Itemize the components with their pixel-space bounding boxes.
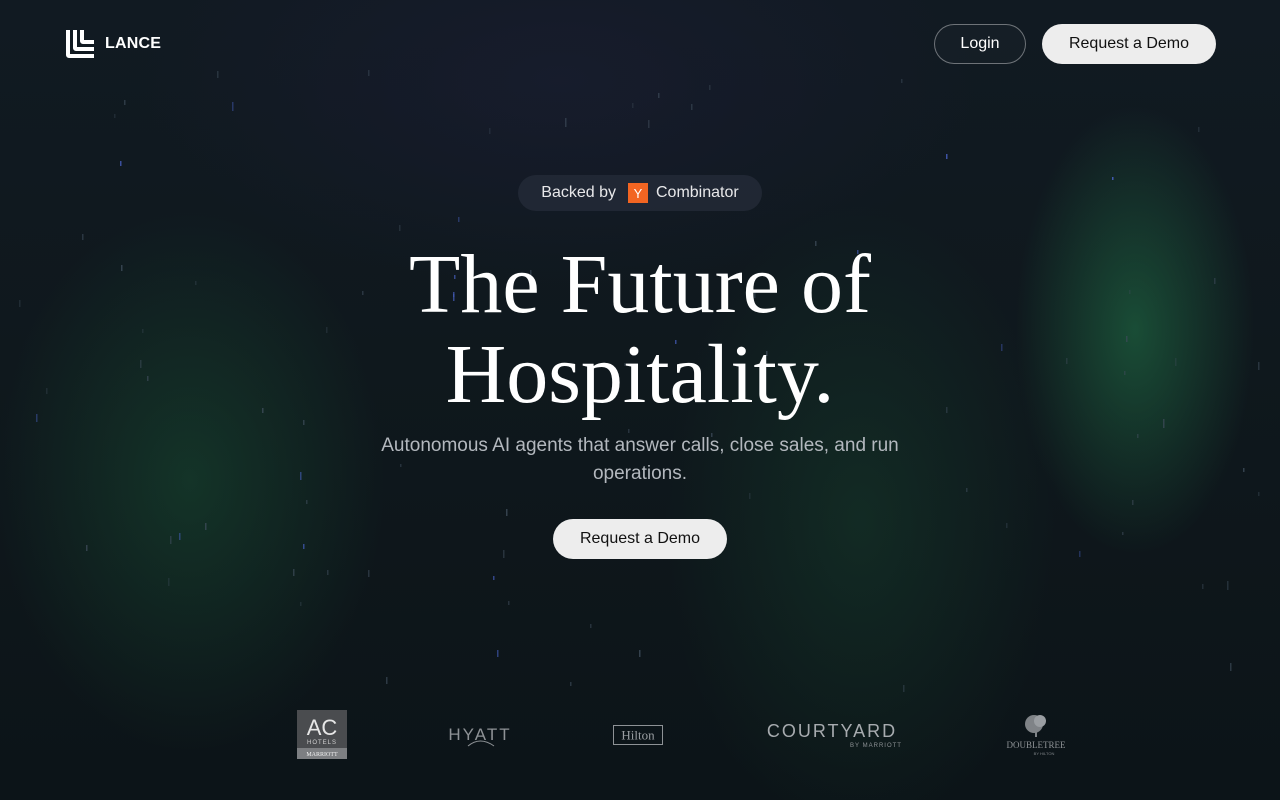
header-request-demo-button[interactable]: Request a Demo	[1042, 24, 1216, 64]
hilton-logo-text: Hilton	[621, 728, 655, 743]
backed-by-badge[interactable]: Backed by Y Combinator	[518, 175, 762, 211]
hilton-logo: Hilton	[613, 725, 663, 745]
hero-headline: The Future of Hospitality.	[300, 240, 980, 420]
hero-subtitle: Autonomous AI agents that answer calls, …	[381, 435, 899, 484]
hero-request-demo-button[interactable]: Request a Demo	[553, 519, 727, 559]
login-button[interactable]: Login	[934, 24, 1026, 64]
ac-hotels-logo: AC HOTELS MARRIOTT	[297, 710, 347, 759]
headline-line-1: The Future of	[409, 238, 871, 331]
badge-name: Combinator	[656, 184, 739, 201]
courtyard-logo-sub: BY MARRIOTT	[850, 743, 902, 749]
hyatt-logo: HYATT	[448, 725, 510, 747]
headline-line-2: Hospitality.	[445, 328, 835, 421]
courtyard-logo-text: COURTYARD	[767, 721, 897, 741]
badge-prefix: Backed by	[541, 184, 616, 201]
brand-logo-link[interactable]: LANCE	[64, 28, 161, 60]
lance-logo-icon	[66, 30, 94, 58]
brand-name: LANCE	[105, 35, 162, 52]
site-header: LANCE Login Request a Demo	[64, 24, 1216, 64]
doubletree-logo-text: DOUBLETREE	[1007, 740, 1066, 750]
header-actions: Login Request a Demo	[934, 24, 1216, 64]
ac-logo-hotels: HOTELS	[307, 740, 337, 746]
client-logos: AC HOTELS MARRIOTT HYATT Hilton COURTYAR…	[0, 700, 1280, 770]
y-combinator-logo-icon: Y	[628, 183, 648, 203]
courtyard-logo: COURTYARD BY MARRIOTT	[767, 721, 902, 749]
doubletree-logo: DOUBLETREE BY HILTON	[1007, 715, 1066, 756]
ac-logo-marriott: MARRIOTT	[306, 752, 338, 758]
doubletree-logo-sub: BY HILTON	[1034, 751, 1055, 756]
ac-logo-text: AC	[307, 715, 338, 740]
